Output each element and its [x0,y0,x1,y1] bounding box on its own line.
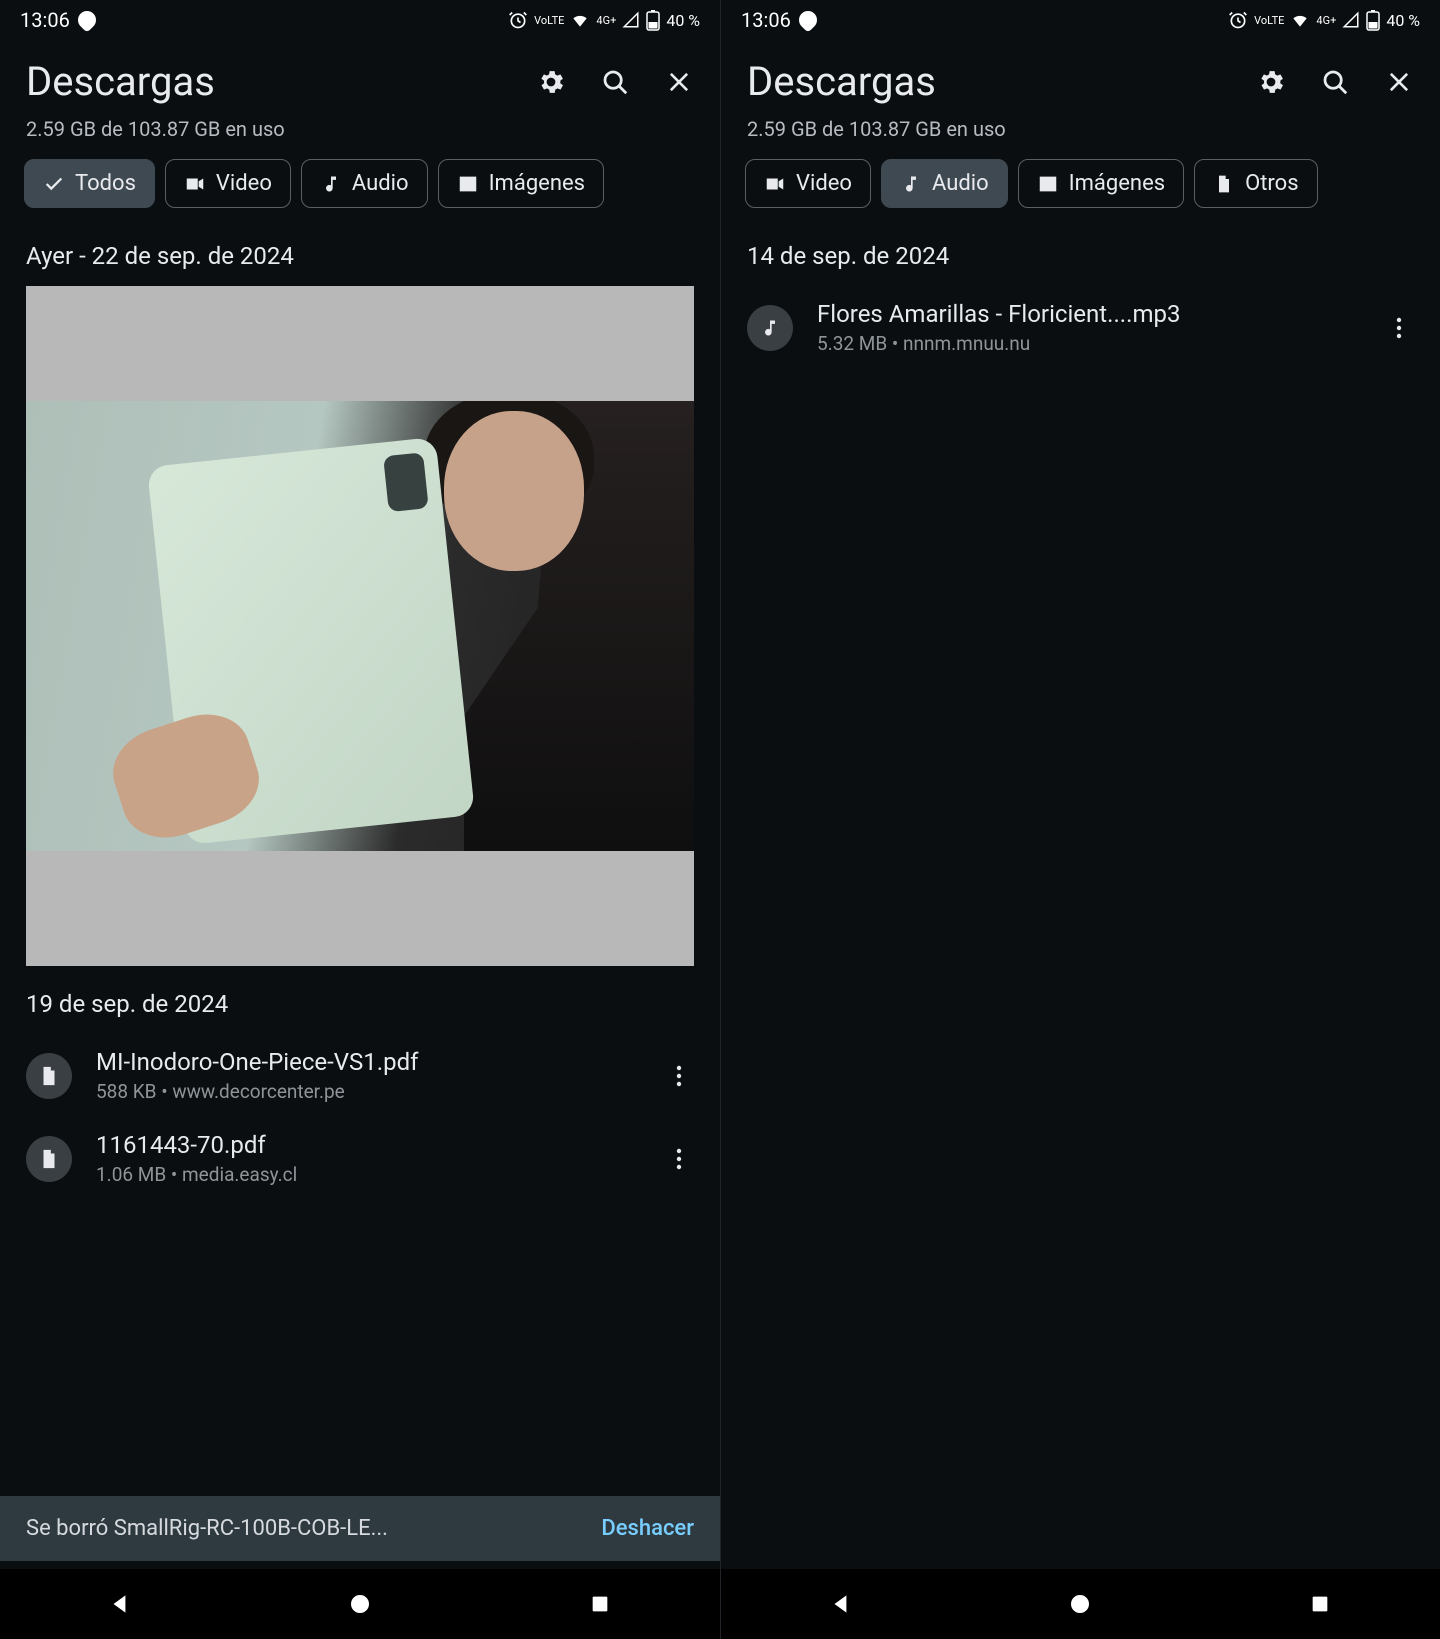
nav-bar [721,1569,1440,1639]
left-pane: 13:06 VoLTE 4G+ 40 % Descargas [0,0,720,1639]
nav-recents-icon[interactable] [1303,1587,1337,1621]
image-thumbnail[interactable] [26,286,694,966]
chip-imagenes[interactable]: Imágenes [1018,159,1184,208]
volte-label: VoLTE [1254,15,1284,26]
chip-video-label: Video [796,171,852,196]
chip-otros-label: Otros [1245,171,1298,196]
chip-otros[interactable]: Otros [1194,159,1317,208]
signal-icon [1342,11,1360,29]
battery-icon [646,9,660,31]
alarm-icon [1228,10,1248,30]
signal-icon [622,11,640,29]
music-icon [900,173,922,195]
page-title: Descargas [747,58,936,105]
net-label: 4G+ [596,15,616,26]
battery-icon [1366,9,1380,31]
file-icon [26,1136,72,1182]
image-icon [457,173,479,195]
video-icon [184,173,206,195]
right-pane: 13:06 VoLTE 4G+ 40 % Descargas [720,0,1440,1639]
status-time: 13:06 [741,8,791,32]
wifi-icon [1290,10,1310,30]
more-icon[interactable] [664,1147,694,1171]
nav-home-icon[interactable] [343,1587,377,1621]
storage-usage: 2.59 GB de 103.87 GB en uso [721,113,1440,159]
snackbar: Se borró SmallRig-RC-100B-COB-LE... Desh… [0,1496,720,1561]
snackbar-message: Se borró SmallRig-RC-100B-COB-LE... [26,1516,388,1541]
status-time: 13:06 [20,8,70,32]
undo-button[interactable]: Deshacer [601,1516,694,1541]
filter-chips: Video Audio Imágenes Otros [721,159,1440,230]
music-file-icon [747,305,793,351]
photo-preview [26,401,694,851]
image-icon [1037,173,1059,195]
wifi-icon [570,10,590,30]
chip-imagenes-label: Imágenes [1069,171,1165,196]
file-meta: 588 KB • www.decorcenter.pe [96,1080,640,1103]
filter-chips: Todos Video Audio Imágenes [0,159,720,230]
page-title: Descargas [26,58,215,105]
app-header: Descargas [721,36,1440,113]
gear-icon[interactable] [1256,67,1286,97]
storage-usage: 2.59 GB de 103.87 GB en uso [0,113,720,159]
nav-recents-icon[interactable] [583,1587,617,1621]
section-date-ayer: Ayer - 22 de sep. de 2024 [0,230,720,286]
file-icon [26,1053,72,1099]
chip-imagenes[interactable]: Imágenes [438,159,604,208]
file-name: 1161443-70.pdf [96,1131,640,1159]
more-icon[interactable] [664,1064,694,1088]
chip-todos[interactable]: Todos [24,159,155,208]
chip-video-label: Video [216,171,272,196]
file-row[interactable]: MI-Inodoro-One-Piece-VS1.pdf 588 KB • ww… [0,1034,720,1117]
chip-video[interactable]: Video [165,159,291,208]
app-header: Descargas [0,36,720,113]
video-icon [764,173,786,195]
close-icon[interactable] [664,67,694,97]
volte-label: VoLTE [534,15,564,26]
search-icon[interactable] [600,67,630,97]
gear-icon[interactable] [536,67,566,97]
file-row[interactable]: Flores Amarillas - Floricient....mp3 5.3… [721,286,1440,369]
battery-percent: 40 % [666,11,700,30]
chat-bubble-icon [74,7,99,32]
chip-imagenes-label: Imágenes [489,171,585,196]
music-icon [320,173,342,195]
nav-bar [0,1569,720,1639]
nav-back-icon[interactable] [824,1587,858,1621]
more-icon[interactable] [1384,316,1414,340]
chip-audio-label: Audio [932,171,989,196]
check-icon [43,173,65,195]
file-name: MI-Inodoro-One-Piece-VS1.pdf [96,1048,640,1076]
document-icon [1213,173,1235,195]
nav-back-icon[interactable] [103,1587,137,1621]
close-icon[interactable] [1384,67,1414,97]
net-label: 4G+ [1316,15,1336,26]
chip-audio[interactable]: Audio [881,159,1008,208]
file-row[interactable]: 1161443-70.pdf 1.06 MB • media.easy.cl [0,1117,720,1200]
section-date-19sep: 19 de sep. de 2024 [0,978,720,1034]
status-bar: 13:06 VoLTE 4G+ 40 % [0,0,720,36]
chip-video[interactable]: Video [745,159,871,208]
chip-todos-label: Todos [75,171,136,196]
file-meta: 1.06 MB • media.easy.cl [96,1163,640,1186]
nav-home-icon[interactable] [1063,1587,1097,1621]
search-icon[interactable] [1320,67,1350,97]
alarm-icon [508,10,528,30]
status-bar: 13:06 VoLTE 4G+ 40 % [721,0,1440,36]
chip-audio[interactable]: Audio [301,159,428,208]
chat-bubble-icon [795,7,820,32]
file-meta: 5.32 MB • nnnm.mnuu.nu [817,332,1360,355]
chip-audio-label: Audio [352,171,409,196]
battery-percent: 40 % [1386,11,1420,30]
section-date-14sep: 14 de sep. de 2024 [721,230,1440,286]
file-name: Flores Amarillas - Floricient....mp3 [817,300,1360,328]
